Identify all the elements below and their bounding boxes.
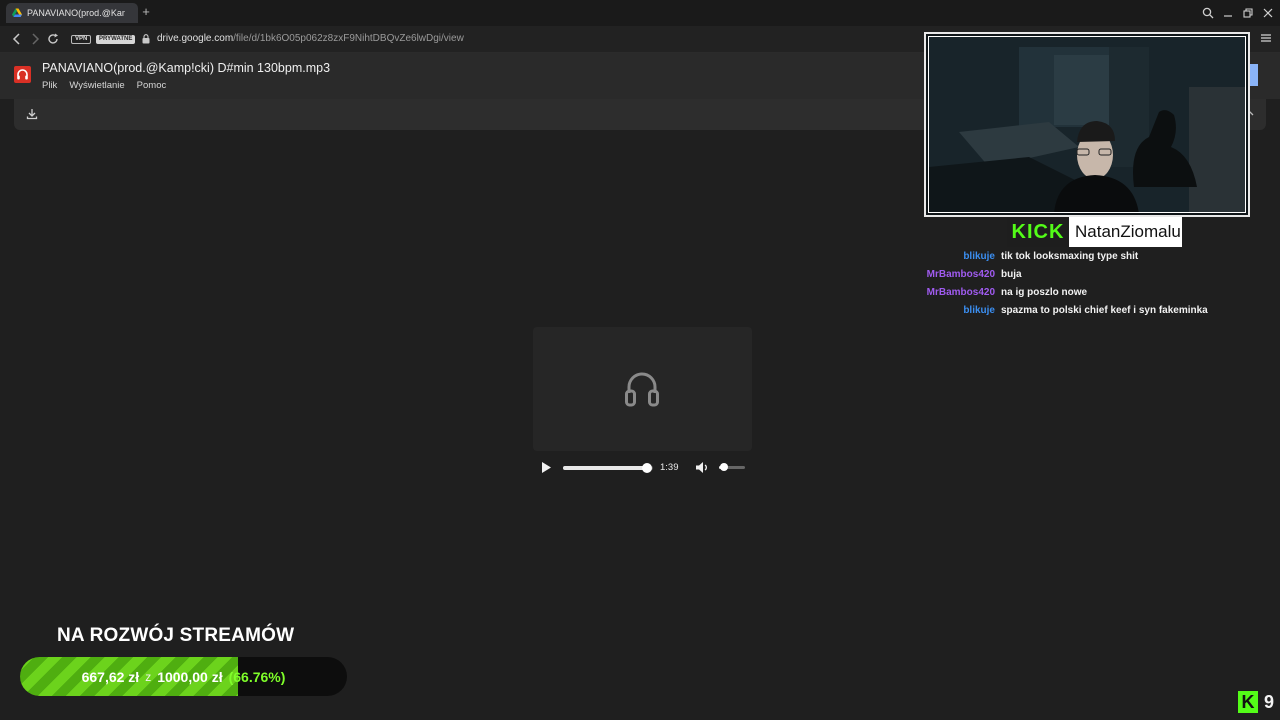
- chat-username: blikuje: [963, 251, 995, 262]
- lock-icon[interactable]: [142, 34, 150, 44]
- donation-goal-bar: 667,62 zł z 1000,00 zł (66.76%): [20, 657, 347, 696]
- tab-title: PANAVIANO(prod.@Kamp!cki) D#min 130bpm.m…: [27, 8, 125, 18]
- private-badge: PRYWATNE: [96, 35, 136, 44]
- seek-progress: [563, 466, 647, 470]
- menu-file[interactable]: Plik: [42, 80, 57, 91]
- file-title: PANAVIANO(prod.@Kamp!cki) D#min 130bpm.m…: [42, 61, 331, 75]
- seek-slider[interactable]: [563, 463, 653, 473]
- goal-title: NA ROZWÓJ STREAMÓW: [57, 625, 295, 646]
- chat-username: MrBambos420: [926, 269, 995, 280]
- webcam-overlay: [924, 32, 1250, 217]
- viewer-counter: K 9: [1237, 690, 1274, 714]
- goal-current: 667,62 zł: [81, 668, 140, 685]
- download-icon[interactable]: [26, 108, 38, 120]
- webcam-video: [928, 36, 1246, 213]
- audio-controls: 1:39: [533, 455, 752, 481]
- volume-handle[interactable]: [720, 463, 729, 471]
- restore-icon[interactable]: [1242, 5, 1254, 21]
- kick-logo: KICK: [1007, 217, 1069, 247]
- audio-file-icon: [14, 66, 31, 83]
- chat-username: MrBambos420: [926, 287, 995, 298]
- chat-text: spazma to polski chief keef i syn fakemi…: [1001, 305, 1208, 316]
- search-tabs-icon[interactable]: [1202, 5, 1214, 21]
- back-icon[interactable]: [10, 32, 24, 46]
- headphones-icon: [625, 372, 659, 407]
- goal-target: 1000,00 zł: [157, 668, 223, 685]
- drive-menubar: Plik Wyświetlanie Pomoc: [42, 80, 166, 91]
- chat-text: na ig poszlo nowe: [1001, 287, 1088, 298]
- volume-icon[interactable]: [695, 461, 709, 474]
- chat-message: blikuje tik tok looksmaxing type shit: [920, 249, 1270, 266]
- playback-time: 1:39: [660, 462, 679, 473]
- kick-channel-badge: KICK NatanZiomalu: [1007, 217, 1182, 247]
- streamer-webcam-image: [929, 37, 1245, 212]
- menu-help[interactable]: Pomoc: [137, 80, 167, 91]
- close-icon[interactable]: [1262, 5, 1274, 21]
- viewer-count: 9: [1263, 691, 1274, 712]
- browser-tab[interactable]: PANAVIANO(prod.@Kamp!cki) D#min 130bpm.m…: [6, 3, 138, 23]
- menu-icon[interactable]: [1260, 32, 1272, 44]
- menu-view[interactable]: Wyświetlanie: [69, 80, 124, 91]
- url-field[interactable]: drive.google.com/file/d/1bk6O05p062z8zxF…: [157, 33, 464, 44]
- chat-text: tik tok looksmaxing type shit: [1001, 251, 1139, 262]
- chat-message: MrBambos420 buja: [920, 267, 1270, 284]
- play-icon[interactable]: [541, 461, 552, 474]
- volume-slider[interactable]: [719, 463, 745, 471]
- reload-icon[interactable]: [46, 32, 60, 46]
- channel-name: NatanZiomalu: [1075, 222, 1181, 241]
- google-drive-icon: [12, 8, 22, 17]
- goal-percent: (66.76%): [228, 668, 286, 685]
- audio-preview-card: [533, 327, 752, 451]
- vpn-badge[interactable]: VPN: [71, 35, 92, 44]
- seek-handle[interactable]: [641, 463, 652, 473]
- chat-message: blikuje spazma to polski chief keef i sy…: [920, 303, 1270, 320]
- chat-message: MrBambos420 na ig poszlo nowe: [920, 285, 1270, 302]
- goal-separator: z: [145, 669, 152, 684]
- new-tab-button[interactable]: +: [140, 5, 152, 19]
- chat-text: buja: [1001, 269, 1022, 280]
- minimize-icon[interactable]: [1222, 5, 1234, 21]
- kick-icon: K: [1237, 691, 1258, 713]
- chat-username: blikuje: [963, 305, 995, 316]
- url-domain: drive.google.com: [157, 33, 234, 44]
- tab-strip: PANAVIANO(prod.@Kamp!cki) D#min 130bpm.m…: [0, 0, 1280, 26]
- goal-text: 667,62 zł z 1000,00 zł (66.76%): [20, 657, 347, 696]
- url-path: /file/d/1bk6O05p062z8zxF9NihtDBQvZe6lwDg…: [233, 33, 464, 44]
- forward-icon[interactable]: [28, 32, 42, 46]
